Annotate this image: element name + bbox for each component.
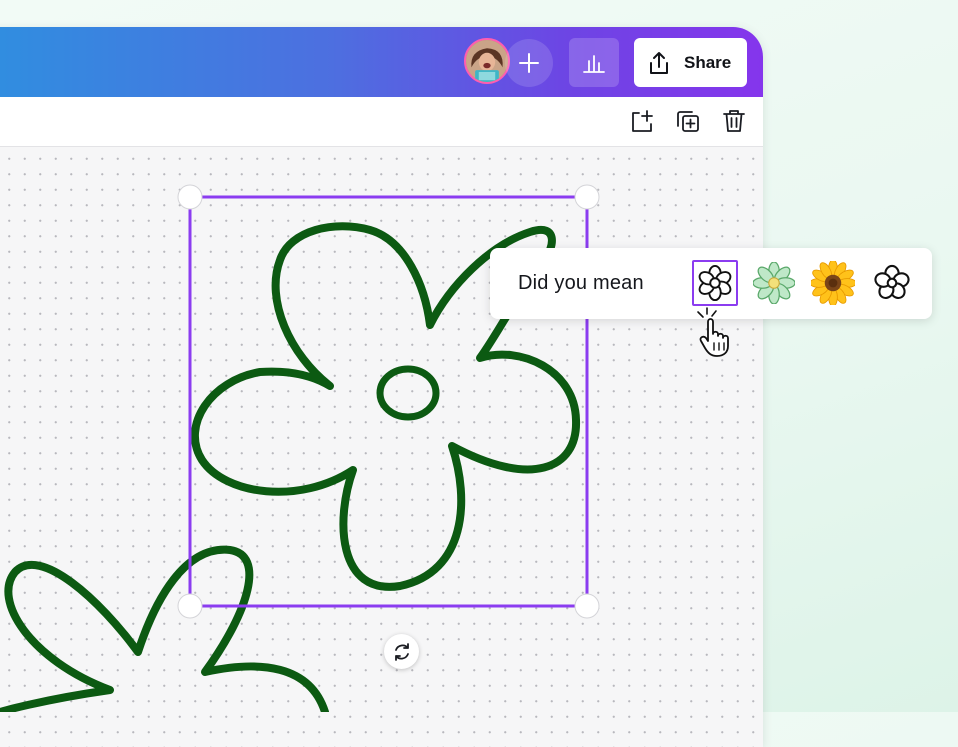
- resize-handle-top-left[interactable]: [177, 184, 203, 210]
- page-toolbar: [0, 97, 763, 147]
- add-page-icon[interactable]: [629, 108, 655, 134]
- resize-handle-bottom-right[interactable]: [574, 593, 600, 619]
- plus-icon: [519, 53, 539, 73]
- hand-pointer-cursor-icon: [697, 307, 729, 357]
- suggestion-sunflower[interactable]: [810, 260, 856, 306]
- suggestion-flower-outline-alt[interactable]: [869, 260, 915, 306]
- suggestion-flower-outline[interactable]: [692, 260, 738, 306]
- resize-handle-bottom-left[interactable]: [177, 593, 203, 619]
- green-flower-icon: [753, 262, 795, 304]
- share-button-label: Share: [684, 52, 732, 72]
- add-collaborator-button[interactable]: [505, 39, 553, 87]
- resize-handle-top-right[interactable]: [574, 184, 600, 210]
- avatar-image: [466, 40, 508, 82]
- flower-outline-alt-icon: [874, 264, 910, 300]
- did-you-mean-label: Did you mean: [518, 272, 644, 294]
- analytics-button[interactable]: [569, 38, 619, 87]
- rotate-icon: [394, 642, 409, 661]
- sunflower-icon: [811, 261, 855, 305]
- duplicate-page-icon[interactable]: [675, 108, 701, 134]
- analytics-icon: [583, 54, 605, 73]
- share-button[interactable]: Share: [634, 38, 747, 87]
- flower-outline-icon: [698, 264, 732, 302]
- rotate-button[interactable]: [384, 634, 419, 669]
- delete-page-icon[interactable]: [721, 108, 747, 134]
- share-upload-icon: [650, 51, 668, 74]
- suggestion-flower-green[interactable]: [751, 260, 797, 306]
- top-bar: Share: [0, 27, 763, 97]
- user-avatar[interactable]: [464, 38, 510, 84]
